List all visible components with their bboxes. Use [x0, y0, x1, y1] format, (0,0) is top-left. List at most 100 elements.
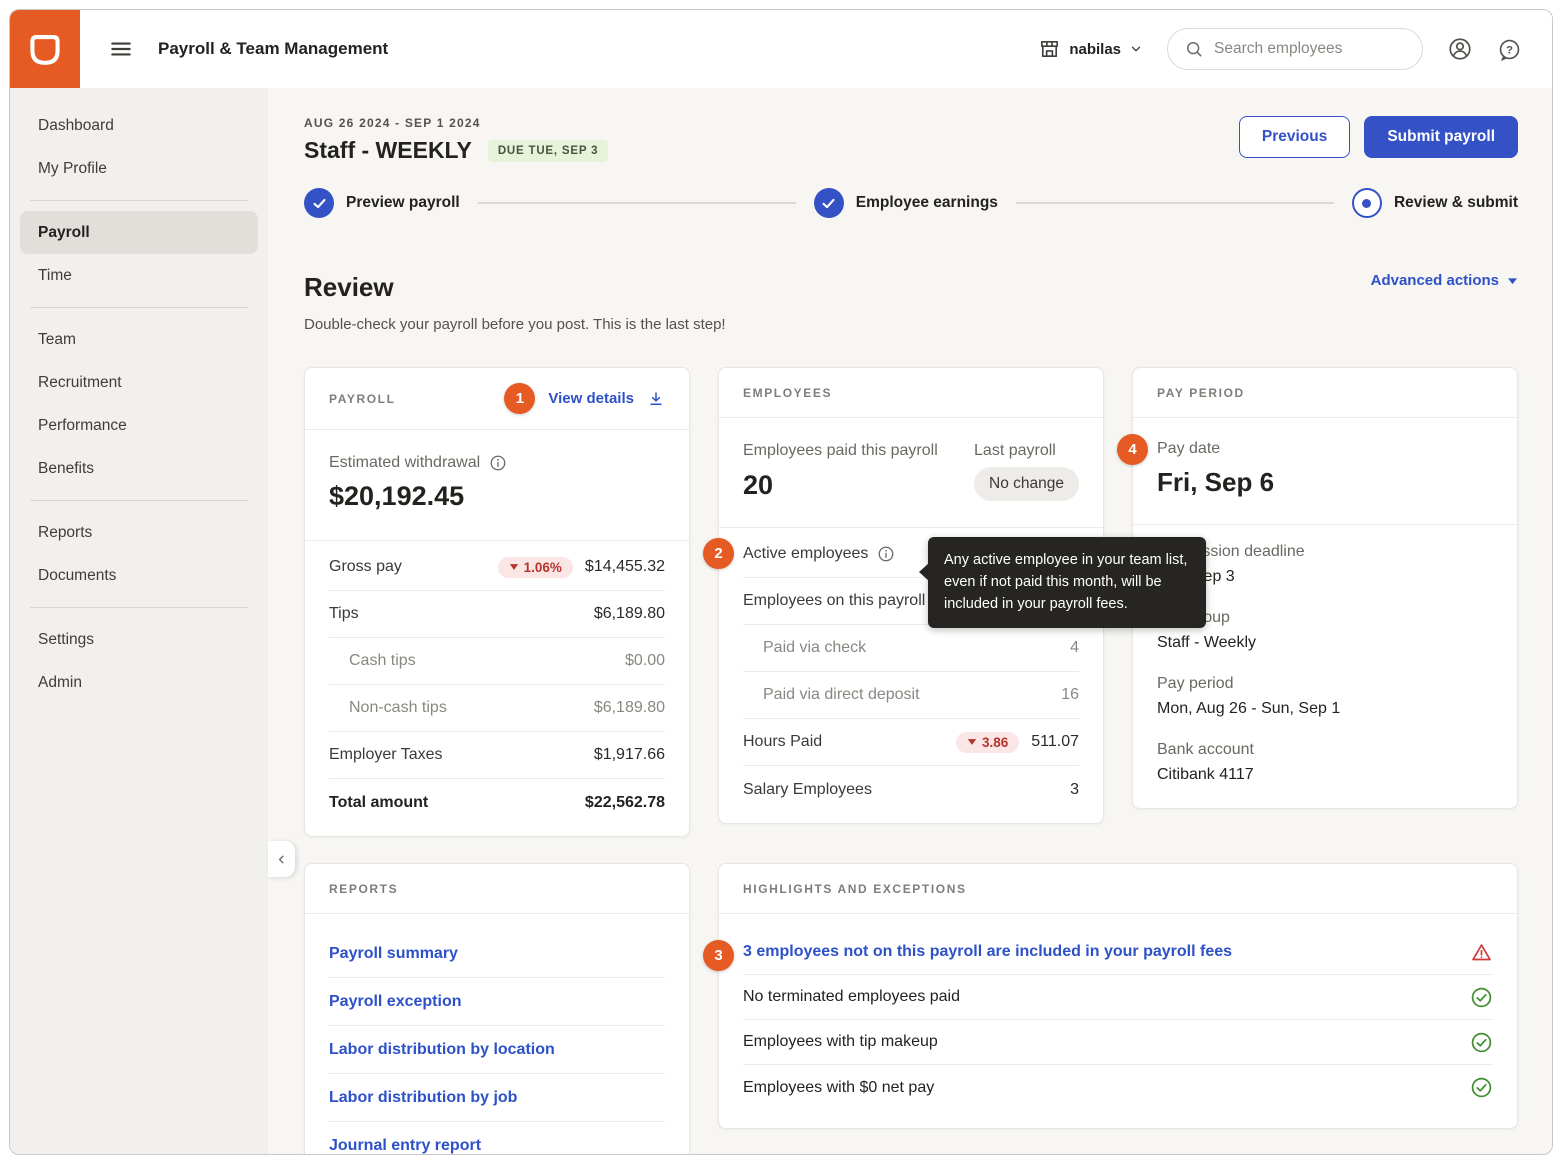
check-circle-icon — [1470, 1076, 1493, 1099]
decrease-pill: 1.06% — [498, 557, 573, 578]
info-icon[interactable] — [877, 545, 895, 563]
labor-distribution-location-link[interactable]: Labor distribution by location — [329, 1041, 555, 1059]
list-item: Labor distribution by job — [329, 1074, 665, 1122]
highlight-row-warning: 3 employees not on this payroll are incl… — [743, 930, 1493, 975]
pay-date-label: Pay date — [1157, 440, 1493, 458]
highlight-row: Employees with tip makeup — [743, 1020, 1493, 1065]
payroll-card: PAYROLL 1 View details Estimated withdra… — [304, 367, 690, 837]
sidebar-item-performance[interactable]: Performance — [10, 404, 268, 447]
employees-card-header: EMPLOYEES — [719, 368, 1103, 418]
payroll-summary-link[interactable]: Payroll summary — [329, 945, 458, 963]
reports-card-header: REPORTS — [305, 864, 689, 914]
step-review-submit[interactable]: Review & submit — [1352, 188, 1518, 218]
page-head: AUG 26 2024 - SEP 1 2024 Staff - WEEKLY … — [304, 116, 1518, 164]
account-avatar-icon[interactable] — [1447, 36, 1473, 62]
step-connector — [478, 202, 796, 204]
menu-icon[interactable] — [108, 36, 134, 62]
highlights-card-header: HIGHLIGHTS AND EXCEPTIONS — [719, 864, 1517, 914]
sidebar-item-time[interactable]: Time — [10, 254, 268, 297]
sidebar-item-documents[interactable]: Documents — [10, 554, 268, 597]
active-employees-tooltip: Any active employee in your team list, e… — [928, 537, 1206, 628]
sidebar-item-team[interactable]: Team — [10, 318, 268, 361]
sidebar-item-my-profile[interactable]: My Profile — [10, 147, 268, 190]
sidebar-item-settings[interactable]: Settings — [10, 618, 268, 661]
advanced-actions-button[interactable]: Advanced actions — [1371, 272, 1518, 289]
sidebar-item-admin[interactable]: Admin — [10, 661, 268, 704]
app-window: Payroll & Team Management nabilas — [9, 9, 1553, 1155]
location-name: nabilas — [1069, 41, 1121, 58]
pay-period-date-range: AUG 26 2024 - SEP 1 2024 — [304, 116, 608, 130]
chevron-down-icon — [1129, 42, 1143, 56]
search-box — [1167, 28, 1423, 70]
list-item: Payroll summary — [329, 930, 665, 978]
search-input[interactable] — [1214, 40, 1406, 58]
step-preview-payroll[interactable]: Preview payroll — [304, 188, 460, 218]
table-row: Cash tips $0.00 — [329, 638, 665, 685]
previous-button[interactable]: Previous — [1239, 116, 1350, 158]
step-complete-icon — [304, 188, 334, 218]
warning-triangle-icon — [1470, 941, 1493, 964]
bank-account-field: Bank account Citibank 4117 — [1157, 741, 1493, 784]
review-header: Review Double-check your payroll before … — [304, 272, 1518, 333]
step-current-icon — [1352, 188, 1382, 218]
step-label: Review & submit — [1394, 194, 1518, 212]
table-row: Paid via direct deposit 16 — [743, 672, 1079, 719]
help-icon[interactable]: ? — [1497, 37, 1522, 62]
step-number-badge-3: 3 — [703, 940, 734, 971]
last-payroll-label: Last payroll — [974, 442, 1079, 460]
estimated-withdrawal-label-row: Estimated withdrawal — [329, 454, 665, 472]
labor-distribution-job-link[interactable]: Labor distribution by job — [329, 1089, 517, 1107]
view-details-link[interactable]: View details — [548, 390, 634, 407]
step-label: Preview payroll — [346, 194, 460, 212]
review-subheading: Double-check your payroll before you pos… — [304, 316, 726, 333]
info-icon[interactable] — [489, 454, 507, 472]
employees-paid-label: Employees paid this payroll — [743, 442, 974, 460]
journal-entry-report-link[interactable]: Journal entry report — [329, 1137, 481, 1155]
list-item: Labor distribution by location — [329, 1026, 665, 1074]
title-row: Staff - WEEKLY DUE TUE, SEP 3 — [304, 137, 608, 164]
pay-group-field: Pay group Staff - Weekly — [1157, 609, 1493, 652]
pay-period-card-header: PAY PERIOD — [1133, 368, 1517, 418]
download-icon[interactable] — [647, 390, 665, 408]
highlights-card-title: HIGHLIGHTS AND EXCEPTIONS — [743, 882, 967, 896]
active-employees-label: Active employees — [743, 545, 868, 563]
cards-grid: PAYROLL 1 View details Estimated withdra… — [304, 367, 1518, 1155]
step-number-badge-1: 1 — [504, 383, 535, 414]
table-row: Tips $6,189.80 — [329, 591, 665, 638]
step-employee-earnings[interactable]: Employee earnings — [814, 188, 998, 218]
storefront-icon — [1038, 38, 1061, 61]
employees-paid-value: 20 — [743, 470, 974, 501]
location-switcher[interactable]: nabilas — [1038, 38, 1143, 61]
table-row: Non-cash tips $6,189.80 — [329, 685, 665, 732]
highlights-list: 3 employees not on this payroll are incl… — [719, 914, 1517, 1128]
employees-paid-block: Employees paid this payroll 20 — [743, 442, 974, 501]
last-payroll-block: Last payroll No change — [974, 442, 1079, 501]
submit-payroll-button[interactable]: Submit payroll — [1364, 116, 1518, 158]
highlight-row: No terminated employees paid — [743, 975, 1493, 1020]
review-header-left: Review Double-check your payroll before … — [304, 272, 726, 333]
list-item: Journal entry report — [329, 1122, 665, 1155]
highlight-row: Employees with $0 net pay — [743, 1065, 1493, 1110]
table-row: Salary Employees 3 — [743, 766, 1079, 813]
due-date-badge: DUE TUE, SEP 3 — [488, 140, 608, 162]
submission-deadline-field: Submission deadline Tue, Sep 3 — [1157, 543, 1493, 586]
table-row: Gross pay 1.06% $14,455.32 — [329, 544, 665, 591]
head-actions: Previous Submit payroll — [1239, 116, 1518, 158]
page-title: Staff - WEEKLY — [304, 137, 472, 164]
check-circle-icon — [1470, 986, 1493, 1009]
sidebar-item-benefits[interactable]: Benefits — [10, 447, 268, 490]
table-row-total: Total amount $22,562.78 — [329, 779, 665, 826]
sidebar-item-reports[interactable]: Reports — [10, 511, 268, 554]
sidebar-item-recruitment[interactable]: Recruitment — [10, 361, 268, 404]
estimated-withdrawal-label: Estimated withdrawal — [329, 454, 480, 472]
sidebar-collapse-button[interactable] — [268, 841, 295, 877]
sidebar-item-dashboard[interactable]: Dashboard — [10, 104, 268, 147]
payroll-exception-link[interactable]: Payroll exception — [329, 993, 462, 1011]
employees-stats: Employees paid this payroll 20 Last payr… — [719, 418, 1103, 528]
highlight-warning-link[interactable]: 3 employees not on this payroll are incl… — [743, 943, 1232, 961]
chevron-left-icon — [275, 853, 288, 866]
sidebar-item-payroll[interactable]: Payroll — [20, 211, 258, 254]
homebase-logo[interactable] — [10, 10, 80, 88]
employees-card-title: EMPLOYEES — [743, 386, 832, 400]
check-circle-icon — [1470, 1031, 1493, 1054]
